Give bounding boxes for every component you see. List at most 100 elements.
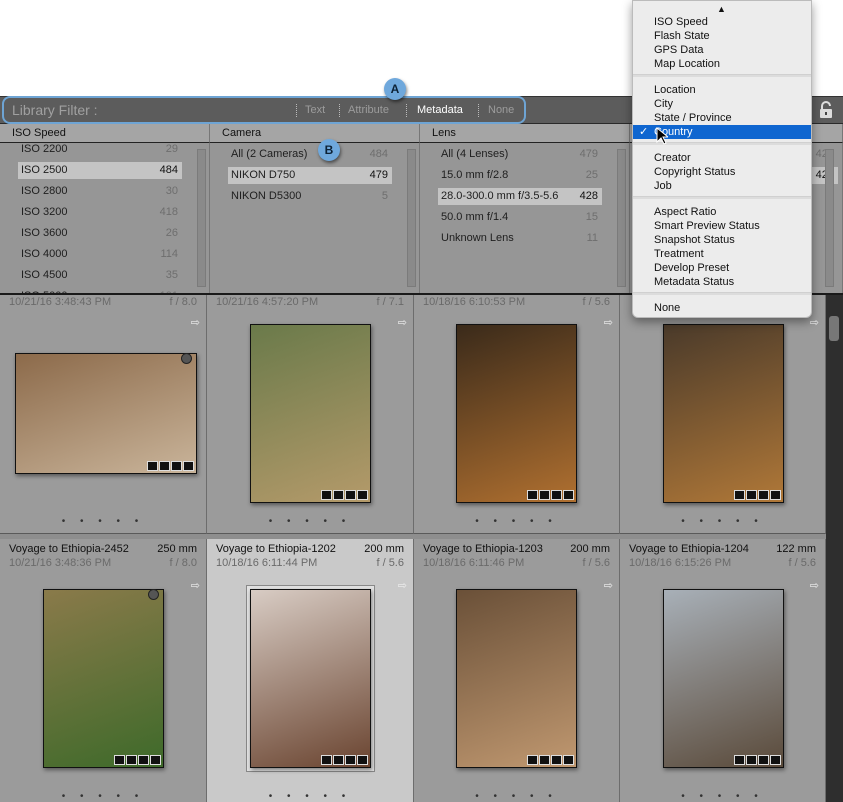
lock-icon[interactable] xyxy=(818,101,834,119)
crop-badge-icon[interactable] xyxy=(551,755,562,765)
menu-item[interactable]: Job xyxy=(633,179,811,193)
develop-badge-icon[interactable] xyxy=(357,490,368,500)
menu-item[interactable]: ISO Speed xyxy=(633,15,811,29)
grid-scrollbar[interactable] xyxy=(826,295,843,802)
rotate-icon[interactable]: ⇨ xyxy=(191,316,200,329)
crop-badge-icon[interactable] xyxy=(551,490,562,500)
filter-row[interactable]: 28.0-300.0 mm f/3.5-5.6 428 xyxy=(438,188,602,205)
crop-badge-icon[interactable] xyxy=(758,755,769,765)
filter-row[interactable]: ISO 2200 29 xyxy=(18,143,182,158)
menu-up-arrow-icon[interactable]: ▲ xyxy=(717,4,726,14)
collection-badge-icon[interactable] xyxy=(333,755,344,765)
menu-item[interactable]: Map Location xyxy=(633,57,811,71)
filter-row[interactable]: ISO 4500 35 xyxy=(18,267,182,284)
filter-row[interactable]: ISO 2500 484 xyxy=(18,162,182,179)
filter-row[interactable]: 50.0 mm f/1.4 15 xyxy=(438,209,602,226)
collection-badge-icon[interactable] xyxy=(746,755,757,765)
keyword-badge-icon[interactable] xyxy=(114,755,125,765)
develop-badge-icon[interactable] xyxy=(183,461,194,471)
develop-badge-icon[interactable] xyxy=(563,490,574,500)
filter-row[interactable]: ISO 2800 30 xyxy=(18,183,182,200)
crop-badge-icon[interactable] xyxy=(171,461,182,471)
focal-length: 200 mm xyxy=(570,543,610,555)
menu-item[interactable]: Treatment xyxy=(633,247,811,261)
photo-thumbnail[interactable] xyxy=(15,353,197,474)
column-header[interactable]: Camera xyxy=(210,124,420,143)
pick-circle-icon[interactable] xyxy=(148,589,159,600)
collection-badge-icon[interactable] xyxy=(539,490,550,500)
filter-row[interactable]: ISO 3200 418 xyxy=(18,204,182,221)
crop-badge-icon[interactable] xyxy=(758,490,769,500)
crop-badge-icon[interactable] xyxy=(345,755,356,765)
rotate-icon[interactable]: ⇨ xyxy=(604,316,613,329)
menu-item[interactable]: Develop Preset xyxy=(633,261,811,275)
develop-badge-icon[interactable] xyxy=(357,755,368,765)
filter-row[interactable]: ISO 3600 26 xyxy=(18,225,182,242)
filter-row[interactable]: ISO 5000 101 xyxy=(18,288,182,293)
menu-item[interactable]: Metadata Status xyxy=(633,275,811,289)
filter-row[interactable]: ISO 4000 114 xyxy=(18,246,182,263)
rotate-icon[interactable]: ⇨ xyxy=(398,316,407,329)
collection-badge-icon[interactable] xyxy=(333,490,344,500)
develop-badge-icon[interactable] xyxy=(770,755,781,765)
menu-item[interactable]: Location xyxy=(633,83,811,97)
menu-item[interactable]: None xyxy=(633,301,811,315)
column-scrollbar[interactable] xyxy=(825,149,834,287)
rotate-icon[interactable]: ⇨ xyxy=(604,579,613,592)
column-scrollbar[interactable] xyxy=(407,149,416,287)
photo-thumbnail[interactable] xyxy=(250,324,371,503)
filter-row[interactable]: All (4 Lenses) 479 xyxy=(438,146,602,163)
keyword-badge-icon[interactable] xyxy=(734,755,745,765)
menu-item[interactable]: Creator xyxy=(633,151,811,165)
keyword-badge-icon[interactable] xyxy=(527,755,538,765)
collection-badge-icon[interactable] xyxy=(746,490,757,500)
filter-row[interactable]: Unknown Lens 11 xyxy=(438,230,602,247)
rotate-icon[interactable]: ⇨ xyxy=(810,579,819,592)
thumbnail-badges xyxy=(527,755,574,765)
rotate-icon[interactable]: ⇨ xyxy=(810,316,819,329)
column-scrollbar[interactable] xyxy=(617,149,626,287)
photo-thumbnail[interactable] xyxy=(663,589,784,768)
keyword-badge-icon[interactable] xyxy=(321,490,332,500)
develop-badge-icon[interactable] xyxy=(563,755,574,765)
collection-badge-icon[interactable] xyxy=(159,461,170,471)
column-header[interactable]: Lens xyxy=(420,124,630,143)
menu-item[interactable]: Smart Preview Status xyxy=(633,219,811,233)
column-scrollbar[interactable] xyxy=(197,149,206,287)
rotate-icon[interactable]: ⇨ xyxy=(191,579,200,592)
filter-row[interactable]: All (2 Cameras) 484 xyxy=(228,146,392,163)
crop-badge-icon[interactable] xyxy=(138,755,149,765)
rotate-icon[interactable]: ⇨ xyxy=(398,579,407,592)
develop-badge-icon[interactable] xyxy=(150,755,161,765)
column-header[interactable]: ISO Speed xyxy=(0,124,210,143)
collection-badge-icon[interactable] xyxy=(126,755,137,765)
menu-item[interactable]: City xyxy=(633,97,811,111)
photo-thumbnail[interactable] xyxy=(456,324,577,503)
menu-item[interactable]: Aspect Ratio xyxy=(633,205,811,219)
collection-badge-icon[interactable] xyxy=(539,755,550,765)
filter-row[interactable]: 15.0 mm f/2.8 25 xyxy=(438,167,602,184)
keyword-badge-icon[interactable] xyxy=(147,461,158,471)
keyword-badge-icon[interactable] xyxy=(734,490,745,500)
menu-item-label: Job xyxy=(654,180,672,192)
develop-badge-icon[interactable] xyxy=(770,490,781,500)
filter-row-count: 11 xyxy=(586,232,598,244)
keyword-badge-icon[interactable] xyxy=(527,490,538,500)
thumbnail-badges xyxy=(734,755,781,765)
photo-thumbnail[interactable] xyxy=(456,589,577,768)
photo-thumbnail[interactable] xyxy=(250,589,371,768)
grid-scrollbar-thumb[interactable] xyxy=(829,316,839,341)
menu-item[interactable]: Flash State xyxy=(633,29,811,43)
menu-item[interactable]: Snapshot Status xyxy=(633,233,811,247)
pick-circle-icon[interactable] xyxy=(181,353,192,364)
menu-item[interactable]: Copyright Status xyxy=(633,165,811,179)
dots: • • • • • xyxy=(61,791,145,802)
keyword-badge-icon[interactable] xyxy=(321,755,332,765)
photo-thumbnail[interactable] xyxy=(663,324,784,503)
filter-row[interactable]: NIKON D750 479 xyxy=(228,167,392,184)
crop-badge-icon[interactable] xyxy=(345,490,356,500)
filter-row[interactable]: NIKON D5300 5 xyxy=(228,188,392,205)
photo-thumbnail[interactable] xyxy=(43,589,164,768)
menu-item[interactable]: GPS Data xyxy=(633,43,811,57)
menu-item[interactable]: State / Province xyxy=(633,111,811,125)
